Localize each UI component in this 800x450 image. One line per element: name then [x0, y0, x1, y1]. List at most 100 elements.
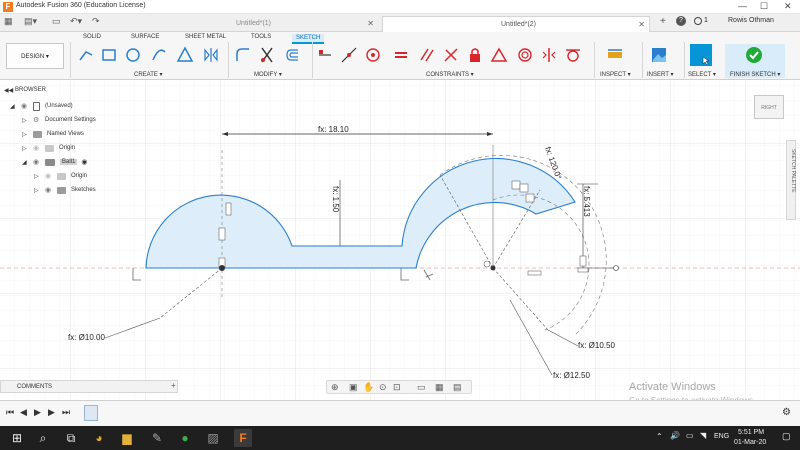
sketch-canvas[interactable]: fx: 18.10 fx: 1.50 fx: 120.0° fx: 5.413 … — [0, 80, 800, 400]
activate-radio-icon[interactable]: ◉ — [81, 158, 87, 166]
visibility-eye-icon[interactable]: ◉ — [21, 102, 29, 110]
horizontal-constraint-glyph[interactable] — [527, 270, 542, 276]
equal-constraint-glyph[interactable] — [225, 202, 232, 216]
tab-sketch[interactable]: SKETCH — [292, 34, 325, 44]
tray-chevron-icon[interactable]: ⌃ — [656, 432, 663, 441]
orbit-icon[interactable]: ⊕ — [331, 382, 339, 393]
look-at-icon[interactable]: ▣ — [349, 382, 358, 393]
fillet-tool-icon[interactable] — [234, 46, 252, 64]
horizontal-constraint-glyph[interactable] — [577, 267, 589, 273]
app-green-icon[interactable]: ● — [176, 429, 194, 447]
arc-tool-icon[interactable] — [150, 46, 168, 64]
expand-arrow-icon[interactable]: ◢ — [10, 103, 18, 110]
parallel-constraint-icon[interactable] — [418, 46, 436, 64]
design-workspace-button[interactable]: DESIGN ▾ — [6, 43, 64, 69]
play-icon[interactable]: ▶ — [34, 407, 41, 418]
expand-arrow-icon[interactable]: ▷ — [22, 117, 30, 124]
sketch-palette-tab[interactable]: SKETCH PALETTE — [786, 140, 796, 220]
expand-arrow-icon[interactable]: ◢ — [22, 159, 30, 166]
browser-item-origin-child[interactable]: ▷ ◉ Origin — [34, 170, 87, 182]
save-icon[interactable]: ▭ — [52, 16, 61, 27]
visibility-eye-icon[interactable]: ◉ — [45, 172, 53, 180]
clock-icon[interactable] — [694, 17, 702, 25]
finish-sketch-label[interactable]: FINISH SKETCH ▾ — [730, 71, 780, 78]
sketch-feature-icon[interactable] — [84, 405, 98, 421]
dimension-width[interactable]: fx: 18.10 — [318, 125, 349, 134]
inspect-menu[interactable]: INSPECT ▾ — [600, 71, 631, 78]
symmetry-constraint-icon[interactable] — [540, 46, 558, 64]
dimension-slot-height[interactable]: fx: 1.50 — [331, 186, 340, 213]
center-point[interactable] — [490, 265, 496, 271]
clock-date[interactable]: 01-Mar-20 — [734, 439, 766, 446]
coincident-constraint-glyph[interactable] — [511, 180, 521, 190]
view-cube[interactable]: RIGHT — [754, 95, 784, 119]
zoom-window-icon[interactable]: ⊡ — [393, 382, 401, 393]
new-tab-icon[interactable]: + — [660, 16, 666, 27]
volume-icon[interactable]: 🔊 — [670, 431, 680, 440]
concentric-circle-icon[interactable] — [516, 46, 534, 64]
endpoint-marker[interactable] — [613, 265, 619, 271]
tab-surface[interactable]: SURFACE — [131, 34, 159, 40]
language-indicator[interactable]: ENG — [714, 433, 729, 440]
browser-header[interactable]: ◀◀ BROWSER — [4, 84, 46, 96]
polygon-tool-icon[interactable] — [176, 46, 194, 64]
measure-ruler-icon[interactable] — [606, 46, 624, 64]
midpoint-constraint-icon[interactable] — [490, 46, 508, 64]
last-step-icon[interactable]: ⏭ — [62, 407, 70, 418]
tangent-constraint-icon[interactable] — [564, 46, 582, 64]
windows-start-icon[interactable]: ⊞ — [8, 429, 26, 447]
dimension-right-height[interactable]: fx: 5.413 — [582, 186, 591, 217]
visibility-eye-icon[interactable]: ◉ — [45, 186, 53, 194]
modify-menu[interactable]: MODIFY ▾ — [254, 71, 282, 78]
create-menu[interactable]: CREATE ▾ — [134, 71, 163, 78]
vertical-constraint-glyph[interactable] — [579, 255, 587, 267]
expand-arrow-icon[interactable]: ▷ — [22, 131, 30, 138]
coincident-constraint-icon[interactable] — [316, 46, 334, 64]
close-tab-icon[interactable]: ✕ — [367, 19, 374, 28]
browser-item-named-views[interactable]: ▷ Named Views — [22, 128, 84, 140]
collapse-icon[interactable]: ◀◀ — [4, 87, 13, 94]
help-icon[interactable]: ? — [676, 16, 686, 26]
tab-sheet-metal[interactable]: SHEET METAL — [185, 34, 226, 40]
select-menu[interactable]: SELECT ▾ — [688, 71, 716, 78]
perpendicular-constraint-icon[interactable] — [442, 46, 460, 64]
tab-tools[interactable]: TOOLS — [251, 34, 271, 40]
equal-constraint-icon[interactable] — [392, 46, 410, 64]
user-name[interactable]: Rowis Othman — [728, 17, 774, 24]
close-icon[interactable]: ✕ — [784, 1, 792, 12]
photos-icon[interactable]: ▨ — [204, 429, 222, 447]
center-point[interactable] — [219, 265, 225, 271]
redo-icon[interactable]: ↷ — [92, 16, 100, 27]
battery-icon[interactable]: ▭ — [686, 431, 694, 440]
visibility-eye-icon[interactable]: ◉ — [33, 158, 41, 166]
previous-step-icon[interactable]: ◀ — [20, 407, 27, 418]
file-explorer-icon[interactable]: ▆ — [118, 429, 136, 447]
network-icon[interactable]: ◥ — [700, 431, 706, 440]
tab-untitled-1[interactable]: Untitled*(1) ✕ — [218, 16, 378, 32]
pan-hand-icon[interactable]: ✋ — [363, 382, 374, 393]
close-tab-icon[interactable]: ✕ — [638, 20, 645, 29]
collinear-constraint-icon[interactable] — [340, 46, 358, 64]
notification-count[interactable]: 1 — [704, 17, 708, 24]
visibility-eye-icon[interactable]: ◉ — [33, 144, 41, 152]
constraints-menu[interactable]: CONSTRAINTS ▾ — [426, 71, 474, 78]
browser-item-origin[interactable]: ▷ ◉ Origin — [22, 142, 75, 154]
minimize-icon[interactable]: — — [738, 1, 747, 11]
maximize-icon[interactable]: ☐ — [760, 1, 768, 12]
notification-center-icon[interactable]: ▢ — [782, 431, 791, 442]
search-icon[interactable]: ⌕ — [34, 429, 52, 447]
timeline-settings-icon[interactable]: ⚙ — [782, 407, 791, 418]
expand-arrow-icon[interactable]: ▷ — [34, 173, 42, 180]
zoom-icon[interactable]: ⊙ — [379, 382, 387, 393]
dimension-left-diameter[interactable]: fx: Ø10.00 — [68, 333, 105, 342]
select-tool-button[interactable] — [690, 44, 712, 66]
file-menu-icon[interactable]: ▤▾ — [24, 16, 37, 27]
undo-icon[interactable]: ↶▾ — [70, 16, 82, 27]
tab-untitled-2[interactable]: Untitled*(2) ✕ — [382, 16, 650, 32]
browser-item-root[interactable]: ◢ ◉ (Unsaved) — [10, 100, 73, 112]
viewports-icon[interactable]: ▤ — [453, 382, 462, 393]
insert-menu[interactable]: INSERT ▾ — [647, 71, 673, 78]
rectangle-tool-icon[interactable] — [100, 46, 118, 64]
grid-menu-icon[interactable]: ▦ — [4, 16, 13, 27]
display-settings-icon[interactable]: ▭ — [417, 382, 426, 393]
